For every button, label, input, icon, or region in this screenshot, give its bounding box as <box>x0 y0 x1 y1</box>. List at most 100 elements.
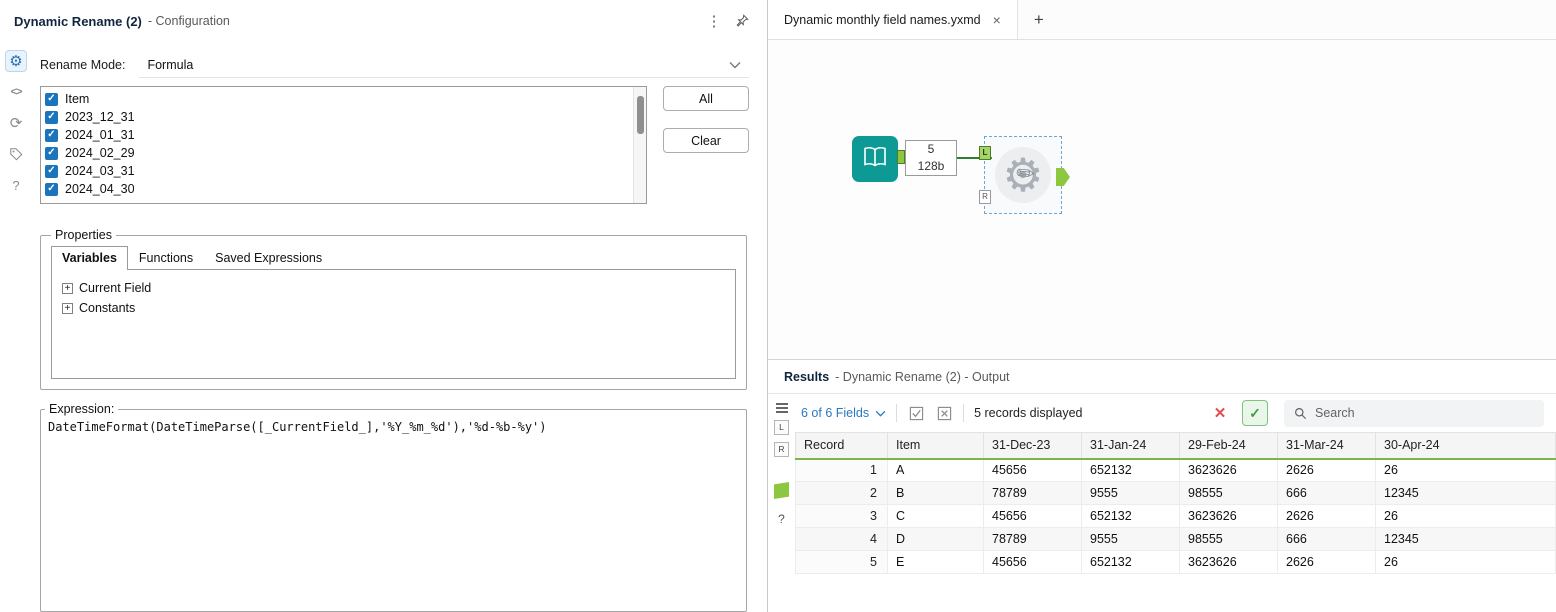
input-output-anchor[interactable] <box>897 150 905 164</box>
apply-check-icon[interactable]: ✓ <box>1242 400 1268 426</box>
configuration-gear-icon[interactable]: ⚙ <box>5 50 27 72</box>
workflow-tab[interactable]: Dynamic monthly field names.yxmd × <box>768 0 1018 39</box>
column-header[interactable]: 31-Mar-24 <box>1277 432 1376 460</box>
field-label: 2024_01_31 <box>65 128 135 142</box>
results-title: Results <box>784 369 830 384</box>
record-number-cell: 4 <box>795 527 888 551</box>
menu-dots-icon[interactable]: ⋮ <box>703 10 725 32</box>
results-subtitle: - Dynamic Rename (2) - Output <box>835 369 1010 384</box>
refresh-icon[interactable]: ⟳ <box>5 112 27 134</box>
help-icon[interactable]: ? <box>5 174 27 196</box>
input-data-tool[interactable] <box>852 136 898 182</box>
output-view-icon[interactable] <box>774 482 789 499</box>
chevron-down-icon <box>729 58 741 72</box>
app-window: Dynamic Rename (2) - Configuration ⋮ ⚙ <… <box>0 0 1556 612</box>
tab-saved-expressions[interactable]: Saved Expressions <box>204 246 333 270</box>
data-cell: 666 <box>1277 527 1376 551</box>
right-input-anchor[interactable]: R <box>979 190 991 204</box>
output-anchor-icon[interactable] <box>1056 168 1070 186</box>
data-cell: 45656 <box>983 504 1082 528</box>
results-panel: Results - Dynamic Rename (2) - Output L … <box>768 360 1556 612</box>
clear-button[interactable]: Clear <box>663 128 749 153</box>
expression-editor[interactable]: DateTimeFormat(DateTimeParse([_CurrentFi… <box>45 418 742 607</box>
toolbar-divider <box>896 404 898 422</box>
workflow-canvas[interactable]: 5 128b ⚙ ✎ L R <box>768 40 1556 359</box>
column-header[interactable]: 31-Jan-24 <box>1081 432 1180 460</box>
checked-checkbox-icon[interactable]: ✓ <box>45 128 58 142</box>
data-cell: 2626 <box>1277 550 1376 574</box>
record-number-cell: 3 <box>795 504 888 528</box>
results-help-icon[interactable]: ? <box>778 512 785 526</box>
field-label: Item <box>65 92 90 106</box>
configuration-header: Dynamic Rename (2) - Configuration ⋮ <box>0 0 767 42</box>
checked-checkbox-icon[interactable]: ✓ <box>45 110 58 124</box>
tool-selection-box[interactable]: ⚙ ✎ L R <box>979 136 1070 214</box>
checked-checkbox-icon[interactable]: ✓ <box>45 92 58 106</box>
field-row[interactable]: ✓ 2024_04_30 <box>45 180 630 198</box>
clear-selection-icon[interactable] <box>935 404 953 422</box>
book-icon <box>861 146 889 172</box>
select-cells-icon[interactable] <box>907 404 925 422</box>
column-header[interactable]: 29-Feb-24 <box>1179 432 1278 460</box>
column-header[interactable]: Item <box>887 432 984 460</box>
all-button[interactable]: All <box>663 86 749 111</box>
fields-dropdown[interactable]: 6 of 6 Fields <box>801 406 886 420</box>
variables-tree[interactable]: + Current Field + Constants <box>51 269 736 379</box>
column-header[interactable]: 31-Dec-23 <box>983 432 1082 460</box>
code-icon[interactable]: <> <box>5 81 27 103</box>
rename-mode-select[interactable]: Formula <box>139 52 749 78</box>
table-row[interactable]: 4 D 78789 9555 98555 666 12345 <box>795 527 1556 551</box>
checked-checkbox-icon[interactable]: ✓ <box>45 146 58 160</box>
field-row[interactable]: ✓ 2023_12_31 <box>45 108 630 126</box>
chevron-down-icon <box>875 410 886 417</box>
properties-legend: Properties <box>55 228 112 242</box>
right-input-view[interactable]: R <box>774 442 789 457</box>
tree-item-label: Constants <box>79 301 136 315</box>
table-row[interactable]: 5 E 45656 652132 3623626 2626 26 <box>795 550 1556 574</box>
column-header[interactable]: Record <box>795 432 888 460</box>
tree-item[interactable]: + Current Field <box>62 278 725 298</box>
data-cell: 2626 <box>1277 458 1376 482</box>
tag-icon[interactable] <box>5 143 27 165</box>
field-list[interactable]: ✓ Item ✓ 2023_12_31 ✓ 2024_01_31 ✓ 2024_02_29 ✓ 2… <box>40 86 647 204</box>
search-box[interactable] <box>1284 399 1544 427</box>
left-input-view[interactable]: L <box>774 420 789 435</box>
scrollbar-thumb[interactable] <box>637 96 644 134</box>
data-cell: 2626 <box>1277 504 1376 528</box>
connection-progress-label[interactable]: 5 128b <box>905 140 957 176</box>
expand-plus-icon[interactable]: + <box>62 282 73 294</box>
metadata-view-icon[interactable] <box>775 403 788 405</box>
table-row[interactable]: 2 B 78789 9555 98555 666 12345 <box>795 481 1556 505</box>
data-cell: 9555 <box>1081 527 1180 551</box>
tool-title: Dynamic Rename (2) <box>14 13 142 29</box>
scrollbar[interactable] <box>633 87 646 203</box>
checked-checkbox-icon[interactable]: ✓ <box>45 182 58 196</box>
field-row[interactable]: ✓ Item <box>45 90 630 108</box>
cancel-icon[interactable]: ✕ <box>1208 401 1232 425</box>
close-icon[interactable]: × <box>993 12 1001 28</box>
dynamic-rename-tool[interactable]: ⚙ ✎ <box>995 147 1051 203</box>
tab-variables[interactable]: Variables <box>51 246 128 270</box>
data-cell: 3623626 <box>1179 550 1278 574</box>
field-row[interactable]: ✓ 2024_03_31 <box>45 162 630 180</box>
tab-functions[interactable]: Functions <box>128 246 204 270</box>
data-cell: 12345 <box>1375 527 1556 551</box>
tree-item[interactable]: + Constants <box>62 298 725 318</box>
data-size: 128b <box>917 159 945 173</box>
search-input[interactable] <box>1315 406 1534 420</box>
table-row[interactable]: 3 C 45656 652132 3623626 2626 26 <box>795 504 1556 528</box>
configuration-body: ⚙ <> ⟳ ? Rename Mode: Formula ✓ Item ✓ 2… <box>0 42 767 612</box>
pin-icon[interactable] <box>731 10 753 32</box>
data-cell: E <box>887 550 984 574</box>
new-tab-button[interactable]: + <box>1018 0 1060 39</box>
table-row[interactable]: 1 A 45656 652132 3623626 2626 26 <box>795 458 1556 482</box>
left-input-anchor[interactable]: L <box>979 146 991 160</box>
checked-checkbox-icon[interactable]: ✓ <box>45 164 58 178</box>
field-row[interactable]: ✓ 2024_01_31 <box>45 126 630 144</box>
data-cell: 3623626 <box>1179 504 1278 528</box>
column-header[interactable]: 30-Apr-24 <box>1375 432 1556 460</box>
expand-plus-icon[interactable]: + <box>62 302 73 314</box>
data-cell: A <box>887 458 984 482</box>
tree-item-label: Current Field <box>79 281 152 295</box>
field-row[interactable]: ✓ 2024_02_29 <box>45 144 630 162</box>
